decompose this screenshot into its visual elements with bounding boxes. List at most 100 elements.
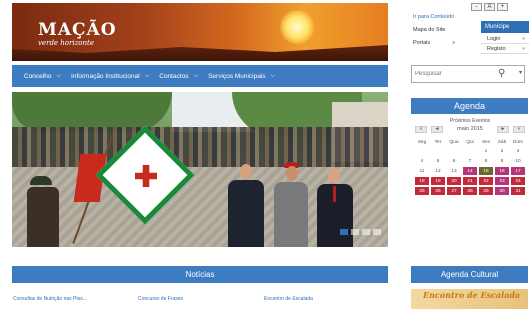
calendar-day-event[interactable]: 22 xyxy=(479,177,493,185)
calendar-day[interactable]: 13 xyxy=(447,167,461,175)
slide-dot[interactable] xyxy=(373,229,381,235)
font-decrease-button[interactable]: - xyxy=(471,3,482,11)
next-month-button[interactable]: ► xyxy=(497,126,509,133)
calendar-day-event[interactable]: 20 xyxy=(447,177,461,185)
nav-label: Contactos xyxy=(159,72,189,80)
chevron-down-icon: ⌵ xyxy=(270,72,276,79)
cultural-agenda-banner[interactable]: Encontro de Escalada xyxy=(411,289,528,309)
calendar-day[interactable]: 11 xyxy=(415,167,429,175)
calendar-day-event[interactable]: 30 xyxy=(495,187,509,195)
nav-label: Serviços Municipais xyxy=(208,72,266,80)
weekday-header: Sex xyxy=(481,139,491,145)
calendar-day[interactable]: 12 xyxy=(431,167,445,175)
skip-to-content-link[interactable]: Ir para Conteúdo xyxy=(413,14,454,20)
calendar-day-today[interactable]: 15 xyxy=(479,167,493,175)
nav-item-concelho[interactable]: Concelho ⌵ xyxy=(24,73,61,80)
register-link[interactable]: Registo » xyxy=(481,44,529,54)
person-head xyxy=(328,168,340,183)
portais-arrow-icon: » xyxy=(452,40,456,46)
slide-dot[interactable] xyxy=(351,229,359,235)
weekday-header: Sáb xyxy=(497,139,507,145)
site-map-link[interactable]: Mapa do Site xyxy=(413,27,445,33)
calendar-day[interactable]: 6 xyxy=(447,157,461,165)
news-item-link[interactable]: Encontro de Escalada xyxy=(264,296,313,302)
person-head xyxy=(286,166,298,181)
calendar-day-event[interactable]: 31 xyxy=(511,187,525,195)
calendar-day[interactable]: 5 xyxy=(431,157,445,165)
font-size-controls: - A + xyxy=(471,3,508,11)
slide-dot[interactable] xyxy=(362,229,370,235)
weekday-header: Dom xyxy=(512,139,524,145)
news-heading[interactable]: Notícias xyxy=(12,266,388,283)
calendar-day xyxy=(463,147,477,155)
event-calendar: Próximos Eventos « ◄ maio 2015 ► » Seg T… xyxy=(413,118,527,213)
calendar-day-event[interactable]: 23 xyxy=(495,177,509,185)
login-label: Login xyxy=(487,36,501,42)
person-head xyxy=(240,164,252,179)
header-banner[interactable]: MAÇÃO verde horizonte xyxy=(12,3,388,61)
municipe-button[interactable]: Munícipe xyxy=(481,21,529,33)
calendar-day[interactable]: 10 xyxy=(511,157,525,165)
next-year-button[interactable]: » xyxy=(513,126,525,133)
upcoming-events-label: Próximos Eventos xyxy=(449,118,491,124)
prev-month-button[interactable]: ◄ xyxy=(431,126,443,133)
calendar-day-event[interactable]: 16 xyxy=(495,167,509,175)
calendar-day[interactable]: 8 xyxy=(479,157,493,165)
login-arrow-icon: » xyxy=(521,36,525,42)
calendar-day-event[interactable]: 25 xyxy=(415,187,429,195)
calendar-day[interactable]: 3 xyxy=(511,147,525,155)
calendar-day-event[interactable]: 26 xyxy=(431,187,445,195)
calendar-day-event[interactable]: 24 xyxy=(511,177,525,185)
hero-slideshow-image[interactable] xyxy=(12,92,388,247)
news-item-link[interactable]: Consultas de Nutrição nas Ptss... xyxy=(13,296,87,302)
nav-label: Concelho xyxy=(24,72,52,80)
register-label: Registo xyxy=(487,46,506,52)
guard-figure xyxy=(27,187,59,247)
sun-image xyxy=(280,10,314,44)
calendar-day[interactable]: 2 xyxy=(495,147,509,155)
page: MAÇÃO verde horizonte - A + Ir para Cont… xyxy=(0,0,530,309)
calendar-day-event[interactable]: 14 xyxy=(463,167,477,175)
calendar-day[interactable]: 4 xyxy=(415,157,429,165)
nav-item-informacao-institucional[interactable]: Informação Institucional ⌵ xyxy=(71,73,149,80)
chevron-down-icon: ⌵ xyxy=(56,72,62,79)
calendar-day-event[interactable]: 21 xyxy=(463,177,477,185)
portais-link[interactable]: Portais » xyxy=(413,40,455,46)
prev-year-button[interactable]: « xyxy=(415,126,427,133)
search-icon[interactable]: ⚲ xyxy=(498,68,505,79)
search-input[interactable] xyxy=(415,68,495,80)
calendar-month-row: « ◄ maio 2015 ► » xyxy=(413,126,527,134)
nav-label: Informação Institucional xyxy=(71,72,140,80)
cultural-agenda-heading[interactable]: Agenda Cultural xyxy=(411,266,528,283)
calendar-day[interactable]: 7 xyxy=(463,157,477,165)
nav-item-contactos[interactable]: Contactos ⌵ xyxy=(159,73,198,80)
logo-subtitle: verde horizonte xyxy=(38,39,94,47)
slideshow-pager xyxy=(340,229,381,235)
news-item-link[interactable]: Concurso de Frases xyxy=(138,296,183,302)
calendar-day-event[interactable]: 19 xyxy=(431,177,445,185)
register-arrow-icon: » xyxy=(521,46,525,52)
font-normal-button[interactable]: A xyxy=(484,3,495,11)
calendar-day-event[interactable]: 17 xyxy=(511,167,525,175)
calendar-day-event[interactable]: 28 xyxy=(463,187,477,195)
slide-dot[interactable] xyxy=(340,229,348,235)
guard-hat xyxy=(30,176,52,185)
login-link[interactable]: Login » xyxy=(481,34,529,44)
search-options-chevron-icon[interactable]: ▾ xyxy=(519,69,522,76)
weekday-header: Ter xyxy=(434,139,442,145)
calendar-day xyxy=(415,147,429,155)
calendar-day[interactable]: 1 xyxy=(479,147,493,155)
font-increase-button[interactable]: + xyxy=(497,3,508,11)
calendar-day[interactable]: 9 xyxy=(495,157,509,165)
calendar-grid: Seg Ter Qua Qui Sex Sáb Dom 1 2 3 4 5 6 … xyxy=(413,137,527,197)
calendar-day-event[interactable]: 27 xyxy=(447,187,461,195)
logo-title[interactable]: MAÇÃO xyxy=(38,20,117,40)
crowd-shape xyxy=(12,127,388,167)
calendar-day xyxy=(447,147,461,155)
red-tie xyxy=(333,186,336,202)
calendar-day-event[interactable]: 18 xyxy=(415,177,429,185)
chevron-down-icon: ⌵ xyxy=(193,72,199,79)
agenda-heading[interactable]: Agenda xyxy=(411,98,528,114)
nav-item-servicos-municipais[interactable]: Serviços Municipais ⌵ xyxy=(208,73,275,80)
calendar-day-event[interactable]: 29 xyxy=(479,187,493,195)
